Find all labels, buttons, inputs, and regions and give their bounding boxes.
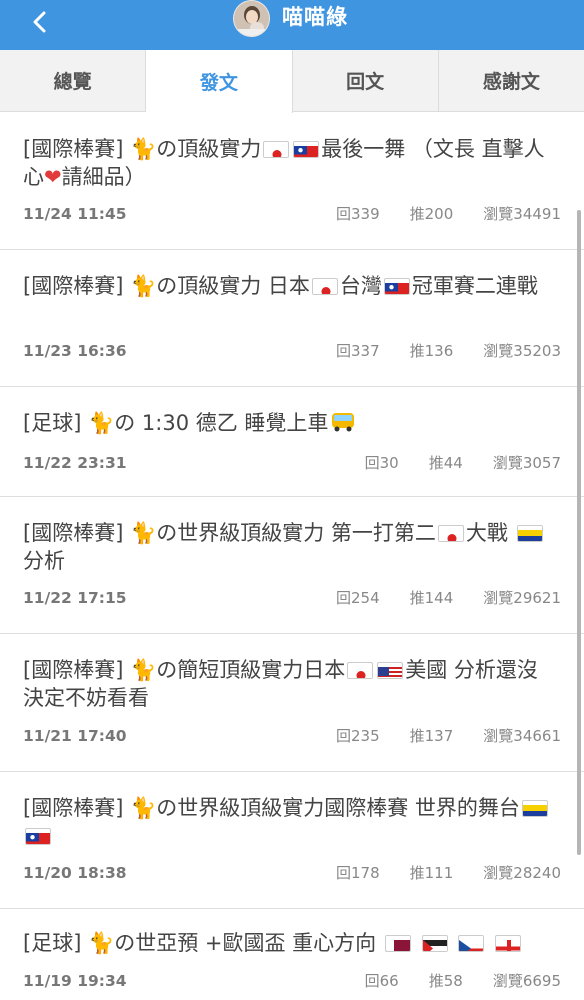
- page-title: 喵喵綠: [282, 5, 348, 29]
- view-count: 瀏覽35203: [483, 342, 561, 360]
- tab-bar: 總覽 發文 回文 感謝文: [0, 50, 584, 113]
- tab-overview[interactable]: 總覽: [0, 50, 147, 111]
- view-count: 瀏覽28240: [483, 864, 561, 882]
- reply-count: 回30: [364, 454, 399, 472]
- bus-icon: [330, 411, 356, 440]
- taiwan-flag-icon: [293, 141, 320, 158]
- list-item[interactable]: [國際棒賽] 🐈の頂級實力 日本 台灣 冠軍賽二連戰 11/23 16:36 回33…: [0, 250, 584, 387]
- tab-replies[interactable]: 回文: [293, 50, 439, 111]
- push-count: 推137: [409, 727, 454, 745]
- tab-thanks[interactable]: 感謝文: [439, 50, 584, 111]
- reply-count: 回66: [364, 972, 399, 990]
- list-item[interactable]: [足球] 🐈の世亞預 +歐國盃 重心方向 11/19 19:34 回66 推58…: [0, 909, 584, 1000]
- list-item[interactable]: [國際棒賽] 🐈の世界級頂級實力 第一打第二 大戰 分析 11/22 17:15 …: [0, 497, 584, 634]
- scrollbar[interactable]: [577, 210, 581, 855]
- cat-icon: 🐈: [130, 137, 157, 161]
- post-title: [國際棒賽] 🐈の世界級頂級實力國際棒賽 世界的舞台: [23, 794, 556, 850]
- japan-flag-icon: [437, 525, 464, 542]
- georgia-flag-icon: [494, 935, 521, 952]
- qatar-flag-icon: [384, 935, 411, 952]
- heart-icon: ❤: [44, 165, 62, 189]
- reply-count: 回339: [336, 205, 380, 223]
- push-count: 推136: [409, 342, 454, 360]
- cat-icon: 🐈: [88, 411, 115, 435]
- view-count: 瀏覽29621: [483, 589, 561, 607]
- post-meta: 11/21 17:40 回235 推137 瀏覽34661: [23, 726, 561, 746]
- reply-count: 回337: [336, 342, 380, 360]
- japan-flag-icon: [347, 662, 374, 679]
- push-count: 推58: [428, 972, 463, 990]
- usa-flag-icon: [377, 662, 404, 679]
- push-count: 推200: [409, 205, 454, 223]
- view-count: 瀏覽34661: [483, 727, 561, 745]
- chevron-left-icon: [33, 11, 46, 33]
- post-title: [國際棒賽] 🐈の頂級實力 日本 台灣 冠軍賽二連戰: [23, 274, 538, 298]
- post-title: [國際棒賽] 🐈の世界級頂級實力 第一打第二 大戰 分析: [23, 519, 556, 575]
- venezuela-flag-icon: [521, 800, 548, 817]
- post-title: [足球] 🐈の 1:30 德乙 睡覺上車: [23, 409, 556, 440]
- post-meta: 11/22 17:15 回254 推144 瀏覽29621: [23, 588, 561, 608]
- venezuela-flag-icon: [516, 525, 543, 542]
- avatar[interactable]: [233, 0, 270, 37]
- top-bar: 喵喵綠: [0, 0, 584, 50]
- cat-icon: 🐈: [130, 521, 157, 545]
- post-title: [國際棒賽] 🐈の簡短頂級實力日本 美國 分析還沒決定不妨看看: [23, 658, 538, 710]
- cat-icon: 🐈: [88, 931, 115, 955]
- post-meta: 11/23 16:36 回337 推136 瀏覽35203: [23, 341, 561, 361]
- palestine-flag-icon: [421, 935, 448, 952]
- tab-posts[interactable]: 發文: [146, 50, 293, 113]
- back-button[interactable]: [22, 4, 58, 40]
- push-count: 推144: [409, 589, 454, 607]
- push-count: 推44: [428, 454, 463, 472]
- list-item[interactable]: [足球] 🐈の 1:30 德乙 睡覺上車 11/22 23:31 回30 推44…: [0, 387, 584, 497]
- post-meta: 11/19 19:34 回66 推58 瀏覽6695: [23, 971, 561, 991]
- japan-flag-icon: [263, 141, 290, 158]
- post-title: [足球] 🐈の世亞預 +歐國盃 重心方向: [23, 929, 556, 957]
- push-count: 推111: [409, 864, 454, 882]
- list-item[interactable]: [國際棒賽] 🐈の頂級實力 最後一舞 （文長 直擊人心❤請細品） 11/24 11…: [0, 113, 584, 250]
- view-count: 瀏覽34491: [483, 205, 561, 223]
- post-meta: 11/20 18:38 回178 推111 瀏覽28240: [23, 863, 561, 883]
- cat-icon: 🐈: [130, 658, 157, 682]
- cat-icon: 🐈: [130, 796, 157, 820]
- japan-flag-icon: [311, 278, 338, 295]
- cat-icon: 🐈: [130, 274, 157, 298]
- taiwan-flag-icon: [25, 828, 51, 845]
- post-meta: 11/24 11:45 回339 推200 瀏覽34491: [23, 204, 561, 224]
- view-count: 瀏覽6695: [492, 972, 561, 990]
- czech-flag-icon: [458, 935, 485, 952]
- taiwan-flag-icon: [383, 278, 410, 295]
- reply-count: 回254: [336, 589, 380, 607]
- post-meta: 11/22 23:31 回30 推44 瀏覽3057: [23, 453, 561, 473]
- list-item[interactable]: [國際棒賽] 🐈の簡短頂級實力日本 美國 分析還沒決定不妨看看 11/21 17:…: [0, 634, 584, 772]
- reply-count: 回178: [336, 864, 380, 882]
- view-count: 瀏覽3057: [492, 454, 561, 472]
- post-title: [國際棒賽] 🐈の頂級實力 最後一舞 （文長 直擊人心❤請細品）: [23, 137, 545, 189]
- list-item[interactable]: [國際棒賽] 🐈の世界級頂級實力國際棒賽 世界的舞台 11/20 18:38 回…: [0, 772, 584, 909]
- post-list: [國際棒賽] 🐈の頂級實力 最後一舞 （文長 直擊人心❤請細品） 11/24 11…: [0, 113, 584, 1000]
- reply-count: 回235: [336, 727, 380, 745]
